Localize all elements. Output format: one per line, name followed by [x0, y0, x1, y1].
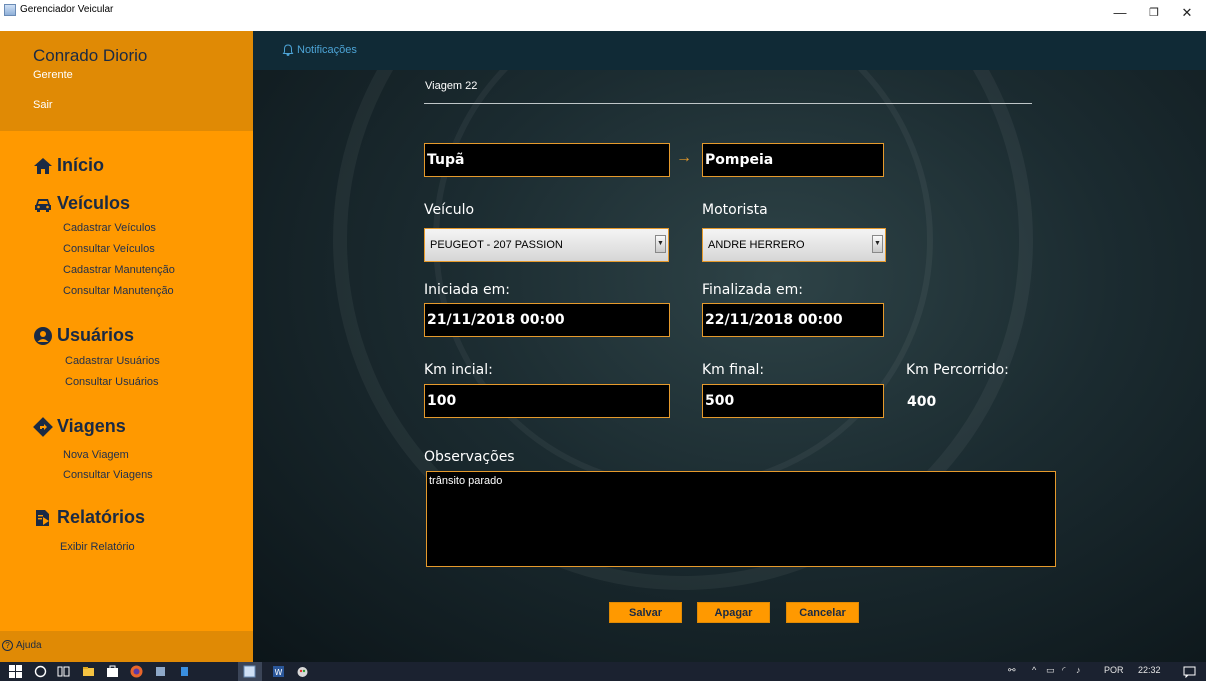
nav-users-label: Usuários	[57, 325, 135, 345]
notes-label: Observações	[424, 449, 515, 465]
started-label: Iniciada em:	[424, 282, 510, 298]
nav-trips[interactable]: Viagens	[33, 416, 126, 437]
nav-reports-label: Relatórios	[57, 507, 146, 527]
user-panel: Conrado Diorio Gerente Sair	[0, 31, 253, 131]
user-name: Conrado Diorio	[33, 46, 148, 65]
started-field[interactable]: 21/11/2018 00:00	[424, 303, 670, 337]
km-end-label: Km final:	[702, 362, 765, 378]
nav-list-users[interactable]: Consultar Usuários	[65, 376, 159, 388]
app-blue-icon[interactable]	[178, 665, 191, 678]
java-app-icon	[4, 4, 16, 16]
report-icon	[36, 509, 49, 526]
nav-home-label: Início	[57, 155, 105, 175]
chevron-down-icon[interactable]: ▼	[655, 235, 666, 253]
destination-field[interactable]: Pompeia	[702, 143, 884, 177]
finished-field[interactable]: 22/11/2018 00:00	[702, 303, 884, 337]
windows-start-icon[interactable]	[9, 665, 22, 678]
car-icon	[35, 198, 51, 212]
arrow-right-icon: →	[676, 149, 692, 166]
task-view-icon[interactable]	[57, 665, 70, 678]
nav-new-trip[interactable]: Nova Viagem	[63, 449, 129, 461]
km-start-field[interactable]: 100	[424, 384, 670, 418]
direction-icon	[33, 416, 53, 437]
nav-show-report[interactable]: Exibir Relatório	[60, 541, 135, 553]
vehicle-select-value: PEUGEOT - 207 PASSION	[430, 239, 563, 251]
nav-trips-label: Viagens	[57, 416, 126, 436]
driver-select-value: ANDRE HERRERO	[708, 239, 805, 251]
origin-field[interactable]: Tupã	[424, 143, 670, 177]
nav-home[interactable]: Início	[33, 155, 104, 176]
km-total-value: 400	[907, 394, 937, 410]
language-indicator[interactable]: POR	[1104, 665, 1124, 675]
help-bar[interactable]: ? Ajuda	[0, 631, 253, 662]
close-button[interactable]: ✕	[1173, 2, 1201, 26]
window-titlebar: Gerenciador Veicular — ❐ ✕	[0, 0, 1206, 31]
km-end-field[interactable]: 500	[702, 384, 884, 418]
driver-label: Motorista	[702, 202, 768, 218]
nav-vehicles-label: Veículos	[57, 193, 131, 213]
window-title: Gerenciador Veicular	[20, 4, 114, 15]
file-explorer-icon[interactable]	[82, 665, 95, 678]
nav-list-trips[interactable]: Consultar Viagens	[63, 469, 153, 481]
svg-text:W: W	[275, 668, 283, 677]
vehicle-label: Veículo	[424, 202, 475, 218]
wifi-icon[interactable]: ◜	[1062, 665, 1066, 676]
minimize-button[interactable]: —	[1106, 2, 1134, 26]
finished-label: Finalizada em:	[702, 282, 803, 298]
people-icon[interactable]: ⚯	[1008, 665, 1016, 676]
windows-taskbar: W ⚯ ^ ▭ ◜ ♪ POR 22:32	[0, 662, 1206, 681]
user-circle-icon	[34, 326, 52, 345]
save-button[interactable]: Salvar	[609, 602, 682, 623]
firefox-icon[interactable]	[130, 665, 143, 678]
java-app-icon	[243, 665, 256, 678]
nav-reports[interactable]: Relatórios	[33, 507, 145, 528]
delete-button[interactable]: Apagar	[697, 602, 770, 623]
battery-icon[interactable]: ▭	[1046, 665, 1055, 676]
top-bar: Notificações	[253, 31, 1206, 70]
km-total-label: Km Percorrido:	[906, 362, 1009, 378]
search-icon[interactable]	[34, 665, 47, 678]
maximize-button[interactable]: ❐	[1140, 2, 1168, 26]
question-icon: ?	[2, 640, 13, 651]
title-divider	[424, 103, 1032, 104]
cancel-button[interactable]: Cancelar	[786, 602, 859, 623]
sidebar: Conrado Diorio Gerente Sair Início Veícu…	[0, 31, 253, 662]
nav-register-vehicles[interactable]: Cadastrar Veículos	[63, 222, 156, 234]
notifications-link[interactable]: Notificações	[282, 44, 357, 56]
driver-select[interactable]: ANDRE HERRERO ▼	[702, 228, 886, 262]
active-app-highlight[interactable]	[238, 662, 262, 681]
nav-list-vehicles[interactable]: Consultar Veículos	[63, 243, 155, 255]
km-start-label: Km incial:	[424, 362, 493, 378]
chevron-down-icon[interactable]: ▼	[872, 235, 883, 253]
nav-users[interactable]: Usuários	[33, 325, 134, 346]
word-icon[interactable]: W	[272, 665, 285, 678]
nav-register-users[interactable]: Cadastrar Usuários	[65, 355, 160, 367]
notification-center-icon[interactable]	[1183, 665, 1196, 678]
chevron-up-icon[interactable]: ^	[1032, 665, 1036, 675]
notes-textarea[interactable]: trânsito parado	[426, 471, 1056, 567]
store-icon[interactable]	[106, 665, 119, 678]
paint-icon[interactable]	[296, 665, 309, 678]
trip-title: Viagem 22	[425, 80, 478, 92]
notifications-label: Notificações	[297, 44, 357, 56]
trip-form-area: Viagem 22 Tupã → Pompeia Veículo Motoris…	[253, 70, 1206, 662]
bell-icon	[282, 44, 294, 56]
nav-list-maintenance[interactable]: Consultar Manutenção	[63, 285, 174, 297]
help-label: Ajuda	[16, 640, 42, 651]
nav-vehicles[interactable]: Veículos	[33, 193, 130, 214]
home-icon	[34, 157, 52, 174]
volume-icon[interactable]: ♪	[1076, 665, 1081, 675]
nav-register-maintenance[interactable]: Cadastrar Manutenção	[63, 264, 175, 276]
clock[interactable]: 22:32	[1138, 665, 1161, 675]
vehicle-select[interactable]: PEUGEOT - 207 PASSION ▼	[424, 228, 669, 262]
app-cube-icon[interactable]	[154, 665, 167, 678]
user-role: Gerente	[33, 69, 73, 81]
logout-link[interactable]: Sair	[33, 99, 53, 111]
